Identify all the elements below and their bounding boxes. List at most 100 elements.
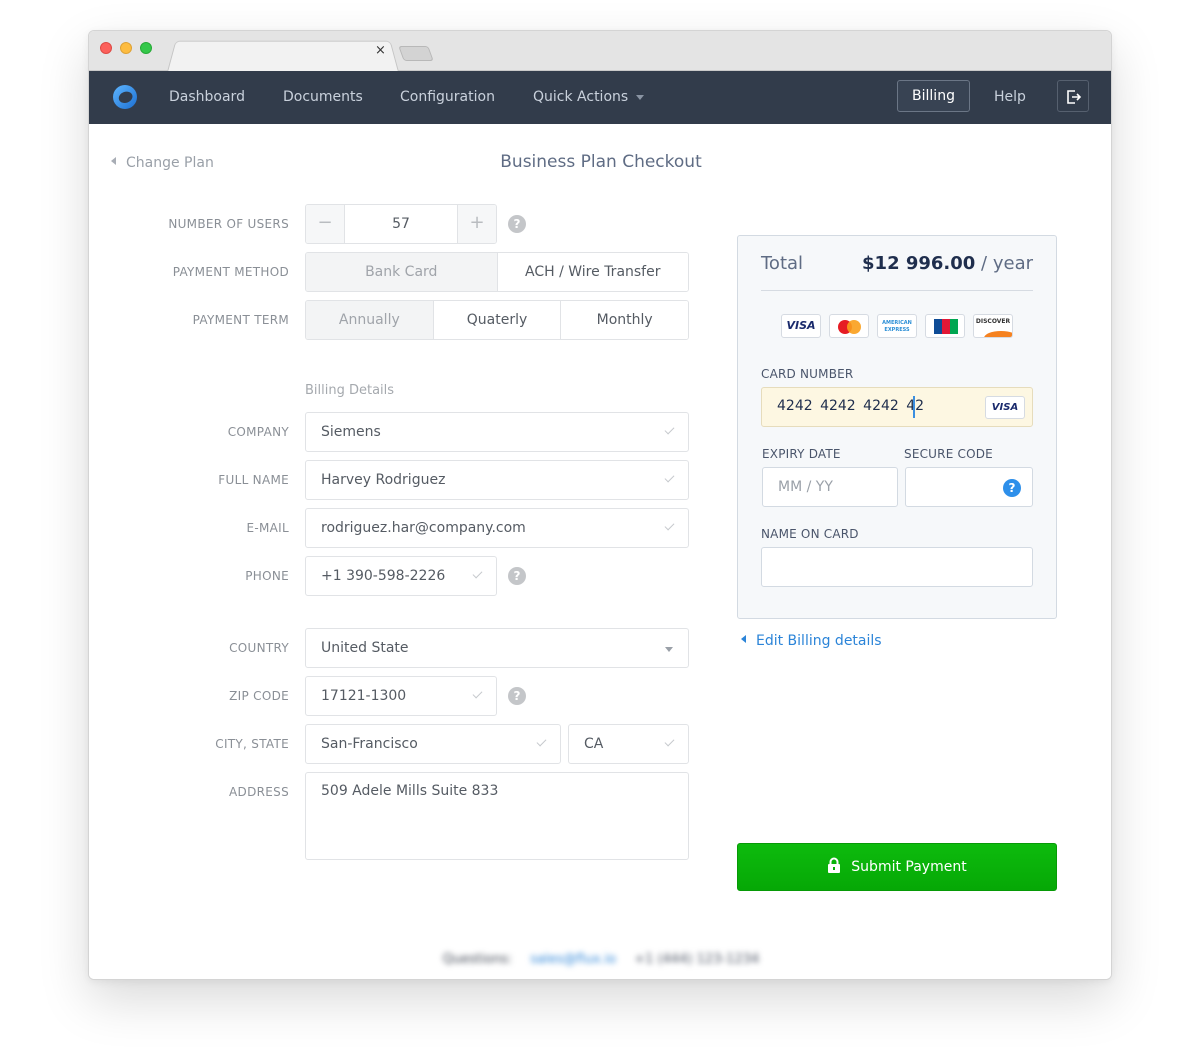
fullname-value: Harvey Rodriguez — [321, 472, 446, 488]
increment-button[interactable]: + — [458, 205, 496, 243]
zip-input[interactable]: 17121-1300 — [305, 676, 497, 716]
name-on-card-input[interactable] — [761, 547, 1033, 587]
accepted-cards: VISA AMERICAN EXPRESS DISCOVER — [781, 314, 1013, 338]
logout-button[interactable] — [1057, 80, 1089, 112]
state-input[interactable]: CA — [568, 724, 689, 764]
card-number-value: 4242 4242 4242 42 — [777, 398, 925, 414]
country-label: COUNTRY — [229, 641, 289, 655]
email-value: rodriguez.har@company.com — [321, 520, 526, 536]
nav-billing-button[interactable]: Billing — [897, 80, 970, 112]
browser-tab[interactable] — [167, 40, 399, 72]
maximize-window-button[interactable] — [140, 42, 152, 54]
phone-value: +1 390-598-2226 — [321, 568, 446, 584]
address-label: ADDRESS — [229, 785, 289, 799]
text-cursor — [913, 396, 915, 418]
secure-code-input[interactable]: ? — [905, 467, 1033, 507]
billing-details-heading: Billing Details — [305, 383, 395, 398]
total-value: $12 996.00 — [862, 253, 976, 274]
phone-help-icon[interactable]: ? — [508, 567, 526, 585]
footer-phone: +1 (444) 123-1234 — [634, 952, 760, 967]
footer-questions: Questions: — [442, 952, 513, 967]
submit-payment-label: Submit Payment — [851, 859, 967, 875]
secure-code-help-icon[interactable]: ? — [1003, 479, 1021, 497]
name-on-card-label: NAME ON CARD — [761, 527, 859, 541]
edit-billing-details-link[interactable]: Edit Billing details — [741, 633, 882, 649]
nav-help[interactable]: Help — [994, 88, 1026, 106]
app-logo-icon[interactable] — [112, 84, 138, 110]
phone-label: PHONE — [245, 569, 289, 583]
country-value: United State — [321, 640, 409, 656]
logout-icon — [1067, 90, 1082, 104]
jcb-logo-icon — [925, 314, 965, 338]
card-number-input[interactable]: 4242 4242 4242 42 VISA — [761, 387, 1033, 427]
submit-payment-button[interactable]: Submit Payment — [737, 843, 1057, 891]
mastercard-logo-icon — [829, 314, 869, 338]
check-icon — [472, 688, 483, 699]
divider — [761, 290, 1033, 291]
fullname-label: FULL NAME — [218, 473, 289, 487]
fullname-input[interactable]: Harvey Rodriguez — [305, 460, 689, 500]
card-number-label: CARD NUMBER — [761, 367, 854, 381]
check-icon — [664, 472, 675, 483]
top-navbar: Dashboard Documents Configuration Quick … — [89, 71, 1111, 124]
chevron-down-icon — [665, 647, 673, 652]
edit-billing-label: Edit Billing details — [756, 633, 882, 649]
total-amount: $12 996.00 / year — [862, 253, 1033, 274]
payment-term-toggle: Annually Quaterly Monthly — [305, 300, 689, 340]
expiry-input[interactable]: MM / YY — [762, 467, 898, 507]
visa-logo-icon: VISA — [781, 314, 821, 338]
expiry-label: EXPIRY DATE — [762, 447, 841, 461]
tab-close-icon[interactable]: × — [375, 43, 386, 59]
users-label: NUMBER OF USERS — [168, 217, 289, 231]
close-window-button[interactable] — [100, 42, 112, 54]
email-label: E-MAIL — [246, 521, 289, 535]
footer-contact: Questions: sales@flux.io +1 (444) 123-12… — [89, 952, 1111, 967]
payment-method-label: PAYMENT METHOD — [172, 265, 289, 279]
help-icon[interactable]: ? — [508, 215, 526, 233]
amex-logo-icon: AMERICAN EXPRESS — [877, 314, 917, 338]
check-icon — [472, 568, 483, 579]
minimize-window-button[interactable] — [120, 42, 132, 54]
address-textarea[interactable]: 509 Adele Mills Suite 833 — [305, 772, 689, 860]
city-input[interactable]: San-Francisco — [305, 724, 561, 764]
phone-input[interactable]: +1 390-598-2226 — [305, 556, 497, 596]
check-icon — [536, 736, 547, 747]
zip-label: ZIP CODE — [229, 689, 289, 703]
city-value: San-Francisco — [321, 736, 418, 752]
payment-term-annually[interactable]: Annually — [306, 301, 433, 339]
company-value: Siemens — [321, 424, 381, 440]
chevron-down-icon — [636, 94, 645, 100]
browser-window: × Dashboard Documents Configuration Quic… — [88, 30, 1112, 980]
nav-quick-actions[interactable]: Quick Actions — [533, 88, 645, 106]
check-icon — [664, 424, 675, 435]
users-input[interactable]: 57 — [344, 205, 458, 243]
footer-email-link[interactable]: sales@flux.io — [530, 952, 616, 967]
total-label: Total — [761, 253, 804, 274]
nav-documents[interactable]: Documents — [283, 88, 363, 106]
zip-value: 17121-1300 — [321, 688, 407, 704]
discover-logo-icon: DISCOVER — [973, 314, 1013, 338]
visa-brand-icon: VISA — [985, 396, 1025, 419]
nav-dashboard[interactable]: Dashboard — [169, 88, 245, 106]
country-select[interactable]: United State — [305, 628, 689, 668]
zip-help-icon[interactable]: ? — [508, 687, 526, 705]
company-input[interactable]: Siemens — [305, 412, 689, 452]
payment-term-quarterly[interactable]: Quaterly — [432, 301, 561, 339]
city-state-label: CITY, STATE — [215, 737, 289, 751]
email-input[interactable]: rodriguez.har@company.com — [305, 508, 689, 548]
total-period: / year — [975, 253, 1033, 274]
payment-method-bank-card[interactable]: Bank Card — [306, 253, 497, 291]
checkout-content: Change Plan Business Plan Checkout NUMBE… — [89, 124, 1111, 979]
decrement-button[interactable]: − — [306, 205, 344, 243]
nav-quick-actions-label: Quick Actions — [533, 89, 629, 105]
company-label: COMPANY — [227, 425, 289, 439]
payment-panel: Total $12 996.00 / year VISA AMERICAN EXP… — [737, 235, 1057, 619]
caret-left-icon — [741, 635, 746, 643]
payment-term-monthly[interactable]: Monthly — [560, 301, 688, 339]
nav-configuration[interactable]: Configuration — [400, 88, 495, 106]
state-value: CA — [584, 736, 604, 752]
new-tab-button[interactable] — [398, 46, 434, 61]
payment-method-ach[interactable]: ACH / Wire Transfer — [496, 253, 688, 291]
users-stepper: − 57 + — [305, 204, 497, 244]
page-title: Business Plan Checkout — [500, 152, 702, 172]
